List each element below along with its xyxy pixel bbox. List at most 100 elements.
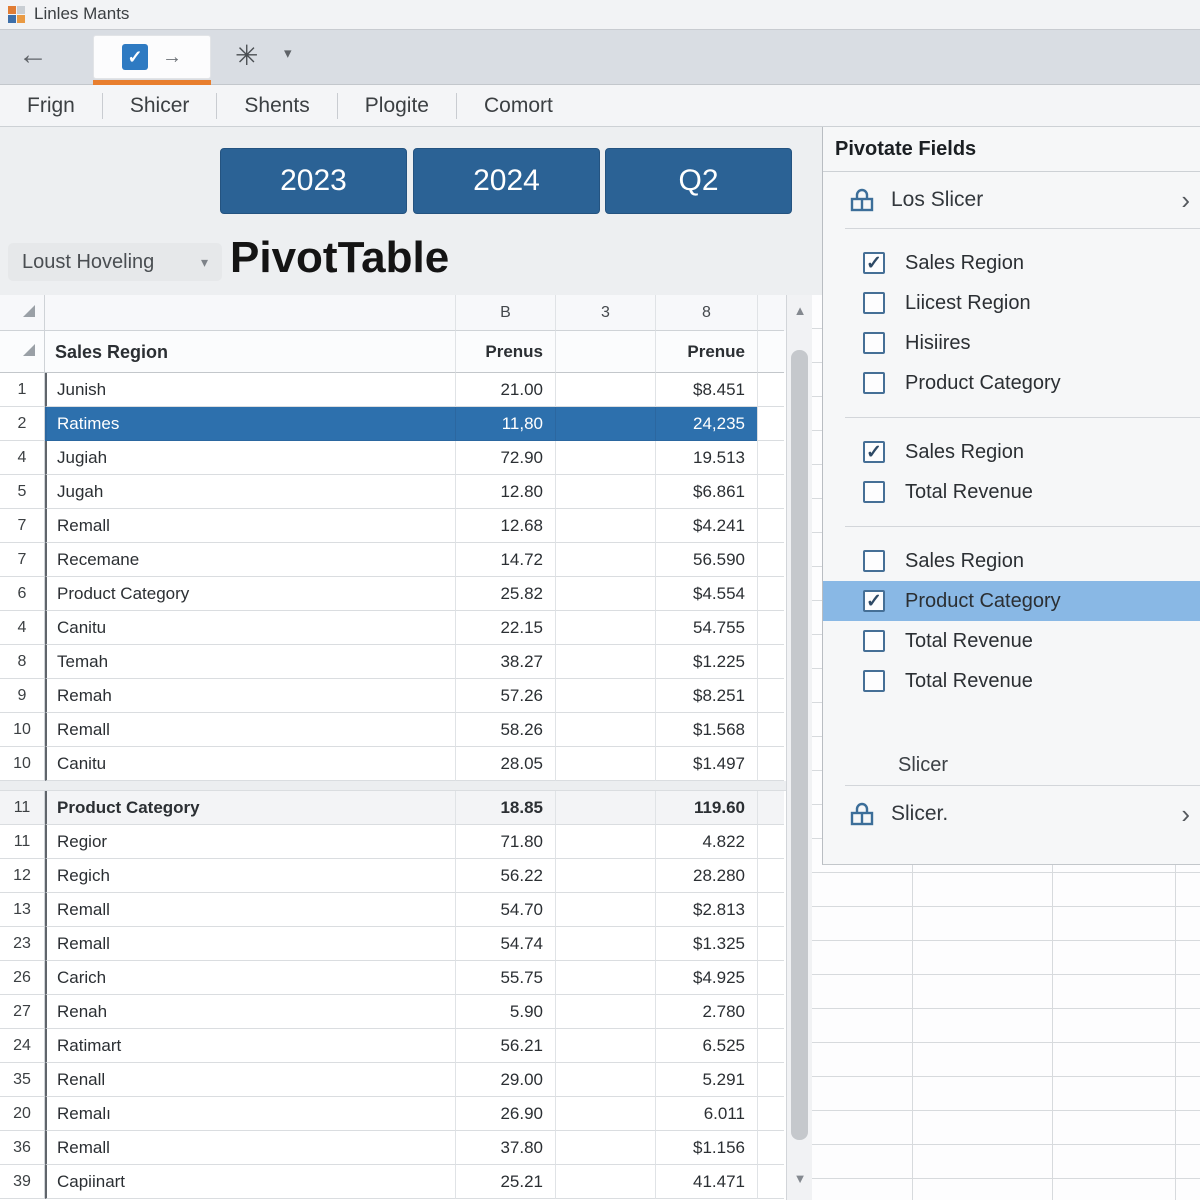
cell-v3[interactable]: $4.925: [655, 961, 757, 995]
cell-v1[interactable]: 5.90: [455, 995, 555, 1029]
cell-name[interactable]: Renall: [45, 1063, 455, 1097]
cell-extra[interactable]: [757, 543, 784, 577]
cell-v2[interactable]: [555, 441, 655, 475]
cell-v1[interactable]: 14.72: [455, 543, 555, 577]
cell-v2[interactable]: [555, 645, 655, 679]
cell-num[interactable]: 23: [0, 927, 45, 961]
select-all-corner[interactable]: [0, 295, 45, 331]
cell-v3[interactable]: $1.325: [655, 927, 757, 961]
cell-extra[interactable]: [757, 1131, 784, 1165]
checkbox[interactable]: [863, 630, 885, 652]
cell-num[interactable]: 10: [0, 713, 45, 747]
column-header[interactable]: 8: [655, 295, 757, 331]
cell-num[interactable]: 36: [0, 1131, 45, 1165]
table-row[interactable]: 4Jugiah72.9019.513: [0, 441, 786, 475]
cell-v3[interactable]: $1.225: [655, 645, 757, 679]
field-item[interactable]: ✓Product Category: [823, 581, 1200, 621]
cell-num[interactable]: 27: [0, 995, 45, 1029]
cell-v3[interactable]: 6.525: [655, 1029, 757, 1063]
cell-v3[interactable]: $4.554: [655, 577, 757, 611]
cell-v1[interactable]: 18.85: [455, 791, 555, 825]
checkbox[interactable]: [863, 292, 885, 314]
cell-extra[interactable]: [757, 995, 784, 1029]
cell-num[interactable]: 39: [0, 1165, 45, 1199]
chevron-right-icon[interactable]: ›: [1181, 185, 1190, 216]
slicer-bottom-row[interactable]: Slicer. ›: [823, 786, 1200, 842]
cell-extra[interactable]: [757, 747, 784, 781]
los-slicer-row[interactable]: Los Slicer ›: [823, 172, 1200, 228]
cell-num[interactable]: 26: [0, 961, 45, 995]
table-row[interactable]: 8Temah38.27$1.225: [0, 645, 786, 679]
cell-num[interactable]: 7: [0, 509, 45, 543]
checkbox[interactable]: [863, 550, 885, 572]
table-row[interactable]: 7Remall12.68 $4.241: [0, 509, 786, 543]
cell-v1[interactable]: 37.80: [455, 1131, 555, 1165]
table-row[interactable]: 5Jugah12.80$6.861: [0, 475, 786, 509]
cell-extra[interactable]: [757, 611, 784, 645]
cell-extra[interactable]: [757, 1063, 784, 1097]
cell-num[interactable]: 13: [0, 893, 45, 927]
cell-extra[interactable]: [757, 825, 784, 859]
header-sales-region[interactable]: Sales Region: [45, 331, 455, 373]
cell-v3[interactable]: 24,235: [655, 407, 757, 441]
checkbox[interactable]: ✓: [863, 252, 885, 274]
cell-v1[interactable]: 56.21: [455, 1029, 555, 1063]
back-arrow-icon[interactable]: ←: [18, 38, 48, 72]
cell-num[interactable]: 10: [0, 747, 45, 781]
cell-name[interactable]: Canitu: [45, 747, 455, 781]
field-item[interactable]: Liicest Region: [823, 283, 1200, 323]
cell-v1[interactable]: 21.00: [455, 373, 555, 407]
cell-v1[interactable]: 12.68: [455, 509, 555, 543]
cell-v3[interactable]: $1.156: [655, 1131, 757, 1165]
cell-v1[interactable]: 54.74: [455, 927, 555, 961]
cell-extra[interactable]: [757, 1165, 784, 1199]
cell-v3[interactable]: 119.60: [655, 791, 757, 825]
cell-v1[interactable]: 58.26: [455, 713, 555, 747]
cell-num[interactable]: 35: [0, 1063, 45, 1097]
cell-name[interactable]: Jugah: [45, 475, 455, 509]
cell-v1[interactable]: 29.00: [455, 1063, 555, 1097]
cell-v3[interactable]: 5.291: [655, 1063, 757, 1097]
ribbon-tab-frign[interactable]: Frign: [0, 85, 102, 127]
field-item[interactable]: ✓Sales Region: [823, 243, 1200, 283]
table-row[interactable]: 4Canitu22.1554.755: [0, 611, 786, 645]
cell-v1[interactable]: 26.90: [455, 1097, 555, 1131]
cell-v3[interactable]: 41.471: [655, 1165, 757, 1199]
vertical-scrollbar[interactable]: ▲ ▼: [786, 295, 812, 1200]
cell-name[interactable]: Capiinart: [45, 1165, 455, 1199]
field-item[interactable]: ✓Sales Region: [823, 432, 1200, 472]
cell-v3[interactable]: 6.011: [655, 1097, 757, 1131]
field-item[interactable]: Sales Region: [823, 541, 1200, 581]
cell-v2[interactable]: [555, 577, 655, 611]
cell-name[interactable]: Remall: [45, 509, 455, 543]
cell-v2[interactable]: [555, 509, 655, 543]
cell-name[interactable]: Regich: [45, 859, 455, 893]
cell-name[interactable]: Carich: [45, 961, 455, 995]
cell-v2[interactable]: [555, 927, 655, 961]
column-header[interactable]: 3: [555, 295, 655, 331]
cell-extra[interactable]: [757, 893, 784, 927]
table-row[interactable]: 39Capiinart25.2141.471: [0, 1165, 786, 1199]
cell-v2[interactable]: [555, 1029, 655, 1063]
table-row[interactable]: 35Renall29.00 5.291: [0, 1063, 786, 1097]
cell-v1[interactable]: 71.80: [455, 825, 555, 859]
field-item[interactable]: Hisiires: [823, 323, 1200, 363]
cell-extra[interactable]: [757, 713, 784, 747]
cell-v3[interactable]: $4.241: [655, 509, 757, 543]
cell-v3[interactable]: $1.497: [655, 747, 757, 781]
cell-name[interactable]: Remalı: [45, 1097, 455, 1131]
cell-v3[interactable]: 4.822: [655, 825, 757, 859]
table-row[interactable]: 11Product Category18.85119.60: [0, 791, 786, 825]
scrollbar-thumb[interactable]: [791, 350, 808, 1140]
table-row[interactable]: 36Remall37.80$1.156: [0, 1131, 786, 1165]
cell-v1[interactable]: 38.27: [455, 645, 555, 679]
checkbox[interactable]: [863, 332, 885, 354]
table-row[interactable]: 6Product Category25.82$4.554: [0, 577, 786, 611]
cell-v1[interactable]: 12.80: [455, 475, 555, 509]
cell-v2[interactable]: [555, 995, 655, 1029]
field-item[interactable]: Total Revenue: [823, 661, 1200, 701]
cell-v2[interactable]: [555, 791, 655, 825]
cell-extra[interactable]: [757, 1097, 784, 1131]
cell-num[interactable]: 2: [0, 407, 45, 441]
table-row[interactable]: 1Junish21.00$8.451: [0, 373, 786, 407]
